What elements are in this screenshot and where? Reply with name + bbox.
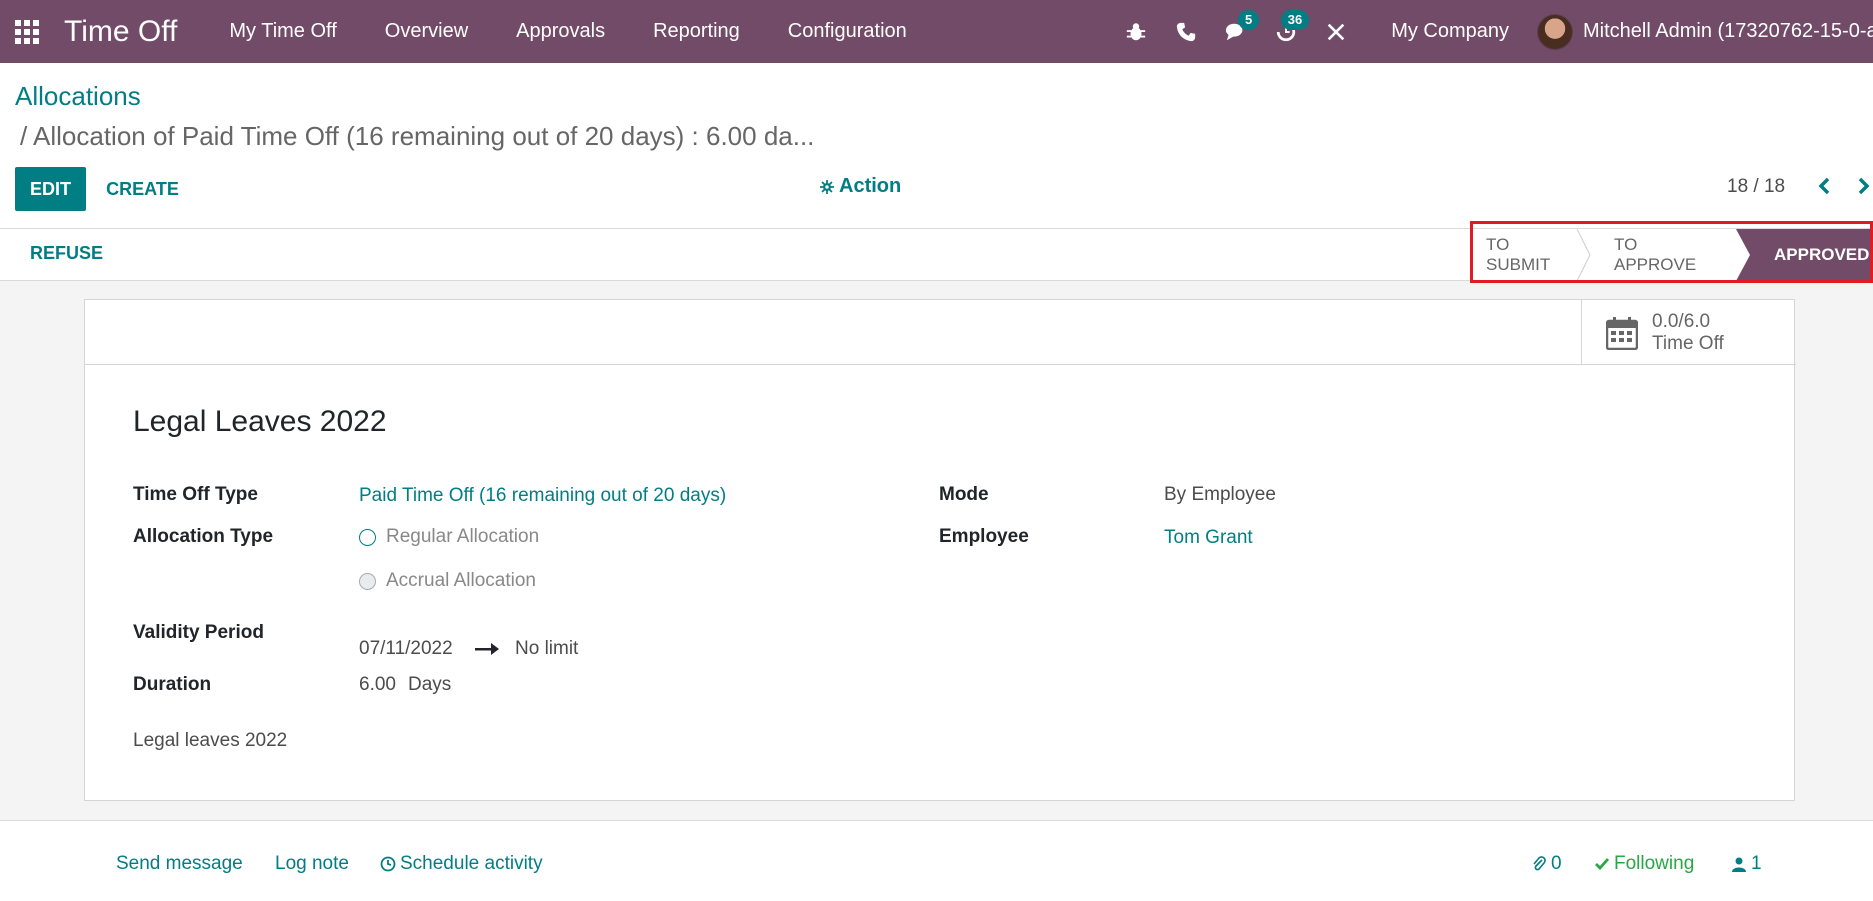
messages-badge: 5: [1237, 10, 1260, 30]
send-message-button[interactable]: Send message: [116, 853, 243, 875]
stat-value: 0.0/6.0: [1652, 310, 1711, 332]
smart-button-box: 0.0/6.0 Time Off: [85, 300, 1796, 365]
mode-label: Mode: [939, 484, 989, 505]
time-off-type-label: Time Off Type: [133, 484, 258, 505]
form-sheet: 0.0/6.0 Time Off Legal Leaves 2022 Time …: [84, 299, 1796, 801]
following-label: Following: [1614, 853, 1695, 874]
time-off-stat-button[interactable]: 0.0/6.0 Time Off: [1581, 300, 1796, 365]
stage-to-approve[interactable]: TO APPROVE: [1584, 229, 1736, 281]
stage-approved-label: APPROVED: [1774, 245, 1870, 264]
chevron-right-icon: [1858, 177, 1870, 195]
status-stages: TO SUBMIT TO APPROVE APPROVED: [1466, 228, 1873, 282]
apps-menu-icon[interactable]: [0, 0, 54, 63]
following-button[interactable]: Following: [1594, 853, 1694, 875]
attachments-count: 0: [1551, 853, 1562, 874]
stage-to-submit[interactable]: TO SUBMIT: [1466, 228, 1591, 282]
user-avatar[interactable]: [1537, 13, 1573, 50]
validity-end-date: No limit: [515, 638, 579, 659]
notes-text: Legal leaves 2022: [133, 730, 288, 751]
stage-to-submit-label: TO SUBMIT: [1486, 235, 1551, 274]
activities-badge: 36: [1280, 10, 1310, 30]
menu-my-time-off[interactable]: My Time Off: [205, 0, 360, 63]
gear-icon: [820, 179, 834, 194]
phone-icon[interactable]: [1161, 0, 1211, 63]
arrow-right-icon: [475, 643, 499, 655]
user-menu[interactable]: Mitchell Admin (17320762-15-0-al: [1583, 20, 1873, 43]
app-title[interactable]: Time Off: [64, 15, 177, 49]
allocation-type-label: Allocation Type: [133, 526, 274, 547]
top-navbar: Time Off My Time Off Overview Approvals …: [0, 0, 1873, 63]
clock-icon: [380, 856, 396, 872]
messages-icon[interactable]: 5: [1211, 0, 1261, 63]
radio-regular-label: Regular Allocation: [386, 526, 540, 547]
mode-value: By Employee: [1164, 484, 1276, 505]
radio-accrual-dot: [359, 572, 376, 590]
duration-label: Duration: [133, 674, 212, 695]
pager-previous-button[interactable]: [1812, 171, 1836, 201]
bug-icon[interactable]: [1111, 0, 1161, 63]
menu-overview[interactable]: Overview: [361, 0, 492, 63]
duration-value: 6.00: [359, 674, 396, 695]
stat-label: Time Off: [1652, 332, 1724, 354]
followers-count: 1: [1751, 853, 1762, 874]
action-label: Action: [839, 175, 902, 197]
action-menu-button[interactable]: Action: [820, 175, 901, 198]
followers-button[interactable]: 1: [1731, 853, 1762, 875]
calendar-icon: [1606, 316, 1638, 350]
control-panel: Allocations / Allocation of Paid Time Of…: [0, 63, 1873, 229]
refuse-button[interactable]: REFUSE: [30, 243, 103, 264]
stage-to-approve-label: TO APPROVE: [1614, 235, 1697, 274]
record-title: Legal Leaves 2022: [133, 405, 387, 438]
chevron-left-icon: [1818, 177, 1830, 195]
schedule-activity-label: Schedule activity: [400, 853, 543, 874]
radio-accrual-allocation[interactable]: Accrual Allocation: [359, 570, 536, 592]
paperclip-icon: [1533, 856, 1546, 871]
menu-approvals[interactable]: Approvals: [492, 0, 629, 63]
validity-period-label: Validity Period: [133, 622, 264, 643]
edit-button[interactable]: EDIT: [15, 167, 86, 211]
create-button[interactable]: CREATE: [95, 167, 190, 211]
menu-configuration[interactable]: Configuration: [764, 0, 931, 63]
stage-approved[interactable]: APPROVED: [1736, 229, 1873, 281]
chatter-bar: Send message Log note Schedule activity …: [0, 820, 1873, 901]
tools-icon[interactable]: [1311, 0, 1361, 63]
form-statusbar: REFUSE TO SUBMIT TO APPROVE APPROVED: [0, 228, 1873, 282]
employee-value[interactable]: Tom Grant: [1164, 527, 1253, 549]
attachments-button[interactable]: 0: [1531, 853, 1562, 875]
pager-next-button[interactable]: [1852, 171, 1873, 201]
radio-regular-allocation[interactable]: Regular Allocation: [359, 526, 539, 548]
user-icon: [1732, 857, 1746, 872]
radio-regular-dot: [359, 528, 376, 546]
pager-value[interactable]: 18 / 18: [1727, 176, 1785, 198]
breadcrumb-allocations[interactable]: Allocations: [15, 81, 141, 112]
breadcrumb-current-record: / Allocation of Paid Time Off (16 remain…: [20, 121, 815, 151]
activities-clock-icon[interactable]: 36: [1261, 0, 1311, 63]
company-switcher[interactable]: My Company: [1361, 20, 1537, 43]
schedule-activity-button[interactable]: Schedule activity: [380, 853, 543, 875]
check-icon: [1595, 858, 1610, 871]
duration-unit: Days: [408, 674, 452, 695]
radio-accrual-label: Accrual Allocation: [386, 570, 536, 591]
menu-reporting[interactable]: Reporting: [629, 0, 764, 63]
validity-start-date: 07/11/2022: [359, 638, 453, 659]
log-note-button[interactable]: Log note: [275, 853, 349, 875]
employee-label: Employee: [939, 526, 1029, 547]
time-off-type-value[interactable]: Paid Time Off (16 remaining out of 20 da…: [359, 485, 726, 507]
